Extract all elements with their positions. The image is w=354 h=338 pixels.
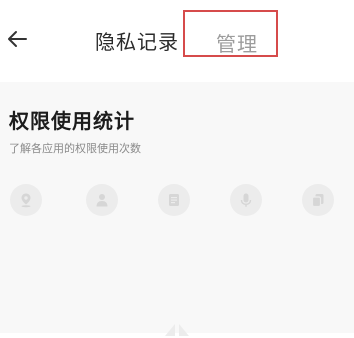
section-subtitle: 了解各应用的权限使用次数 [9, 142, 141, 155]
location-icon [21, 193, 31, 208]
microphone-icon [240, 193, 252, 207]
manage-label: 管理 [216, 32, 258, 56]
permission-contacts[interactable] [86, 184, 118, 216]
section-title: 权限使用统计 [9, 109, 135, 133]
app-header: 隐私记录 管理 [0, 0, 354, 82]
arrow-left-icon[interactable] [6, 28, 28, 50]
permission-storage[interactable] [158, 184, 190, 216]
permission-microphone[interactable] [230, 184, 262, 216]
copy-icon [311, 194, 324, 208]
manage-button[interactable]: 管理 [183, 10, 278, 57]
person-icon [96, 194, 108, 207]
loading-indicator-icon [165, 324, 189, 336]
page-title: 隐私记录 [95, 30, 179, 54]
permission-location[interactable] [10, 184, 42, 216]
document-icon [169, 194, 179, 206]
permission-clipboard[interactable] [302, 184, 334, 216]
permission-stats-section: 权限使用统计 了解各应用的权限使用次数 [0, 82, 354, 336]
